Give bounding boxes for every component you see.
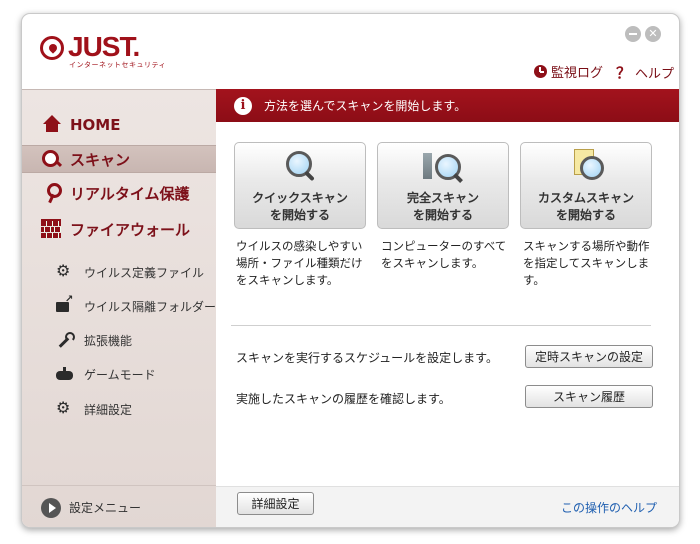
gear-icon xyxy=(56,261,74,280)
card-label-line1: 完全スキャン xyxy=(406,191,479,205)
sidebar-item-label: ゲームモード xyxy=(84,367,156,382)
help-link[interactable]: ？ ヘルプ xyxy=(616,62,674,83)
custom-scan-description: スキャンする場所や動作を指定してスキャンします。 xyxy=(523,239,650,287)
card-label-line1: カスタムスキャン xyxy=(537,191,634,205)
card-label-line2: を開始する xyxy=(412,208,473,222)
info-icon: i xyxy=(234,96,252,115)
magnifier-icon xyxy=(41,149,63,169)
sidebar-item-quarantine-folder[interactable]: ウイルス隔離フォルダー xyxy=(22,294,217,316)
sidebar-item-label: リアルタイム保護 xyxy=(70,184,190,203)
monitor-log-label: 監視ログ xyxy=(551,66,604,81)
scan-history-button[interactable]: スキャン履歴 xyxy=(525,385,653,408)
clock-icon xyxy=(534,65,547,78)
settings-menu-button[interactable]: 設定メニュー xyxy=(22,485,216,527)
quick-scan-button[interactable]: クイックスキャン を開始する xyxy=(234,142,366,229)
sidebar-item-label: 詳細設定 xyxy=(84,402,133,417)
logo-text: JUST. xyxy=(68,31,140,62)
divider xyxy=(231,325,651,326)
info-banner: i 方法を選んでスキャンを開始します。 xyxy=(216,89,679,122)
gear-icon xyxy=(56,398,74,417)
schedule-description: スキャンを実行するスケジュールを設定します。 xyxy=(236,351,498,365)
sidebar-item-realtime-protection[interactable]: リアルタイム保護 xyxy=(22,180,216,206)
close-button[interactable]: ✕ xyxy=(645,26,661,42)
wrench-icon xyxy=(56,332,75,348)
operation-help-link[interactable]: この操作のヘルプ xyxy=(561,499,657,516)
advanced-settings-button[interactable]: 詳細設定 xyxy=(237,492,314,515)
home-icon xyxy=(41,115,63,135)
question-icon: ？ xyxy=(616,64,632,82)
minimize-button[interactable] xyxy=(625,26,641,42)
key-icon xyxy=(41,183,63,203)
gamepad-icon xyxy=(56,366,74,382)
sidebar-item-label: スキャン xyxy=(70,150,131,169)
folder-icon xyxy=(56,294,74,314)
sidebar-item-label: HOME xyxy=(70,116,121,134)
app-window: JUST. インターネットセキュリティ ✕ 監視ログ ？ ヘルプ HOME スキ… xyxy=(21,13,680,528)
history-description: 実施したスキャンの履歴を確認します。 xyxy=(236,392,451,406)
checklist-magnifier-icon xyxy=(566,149,606,185)
schedule-scan-button[interactable]: 定時スキャンの設定 xyxy=(525,345,653,368)
logo-icon xyxy=(40,36,64,60)
magnifier-icon xyxy=(280,149,320,185)
sidebar-item-virus-definitions[interactable]: ウイルス定義ファイル xyxy=(22,261,216,282)
computer-magnifier-icon xyxy=(423,149,463,185)
card-label-line1: クイックスキャン xyxy=(252,191,348,205)
sidebar-item-label: ウイルス定義ファイル xyxy=(84,265,205,280)
banner-text: 方法を選んでスキャンを開始します。 xyxy=(264,99,467,113)
sidebar-item-scan[interactable]: スキャン xyxy=(22,145,216,173)
help-label: ヘルプ xyxy=(635,67,675,82)
sidebar-item-label: ウイルス隔離フォルダー xyxy=(84,299,217,314)
brick-wall-icon xyxy=(41,219,63,239)
quick-scan-description: ウイルスの感染しやすい場所・ファイル種類だけをスキャンします。 xyxy=(236,239,363,287)
sidebar-item-game-mode[interactable]: ゲームモード xyxy=(22,364,216,384)
logo-subtitle: インターネットセキュリティ xyxy=(69,61,167,69)
sidebar-item-label: 拡張機能 xyxy=(84,333,133,348)
full-scan-description: コンピューターのすべてをスキャンします。 xyxy=(381,239,507,270)
play-icon xyxy=(41,497,61,518)
sidebar-item-advanced-settings[interactable]: 詳細設定 xyxy=(22,398,216,419)
settings-menu-label: 設定メニュー xyxy=(69,501,142,515)
footer: 詳細設定 この操作のヘルプ xyxy=(216,486,679,527)
sidebar-item-firewall[interactable]: ファイアウォール xyxy=(22,216,216,242)
custom-scan-button[interactable]: カスタムスキャン を開始する xyxy=(520,142,652,229)
sidebar: HOME スキャン リアルタイム保護 ファイアウォール ウイルス定義ファイル ウ… xyxy=(22,89,217,527)
sidebar-item-extensions[interactable]: 拡張機能 xyxy=(22,330,216,350)
card-label-line2: を開始する xyxy=(269,208,330,222)
sidebar-item-label: ファイアウォール xyxy=(70,220,191,239)
full-scan-button[interactable]: 完全スキャン を開始する xyxy=(377,142,509,229)
monitor-log-link[interactable]: 監視ログ xyxy=(534,62,603,81)
sidebar-item-home[interactable]: HOME xyxy=(22,112,216,138)
card-label-line2: を開始する xyxy=(555,208,616,222)
